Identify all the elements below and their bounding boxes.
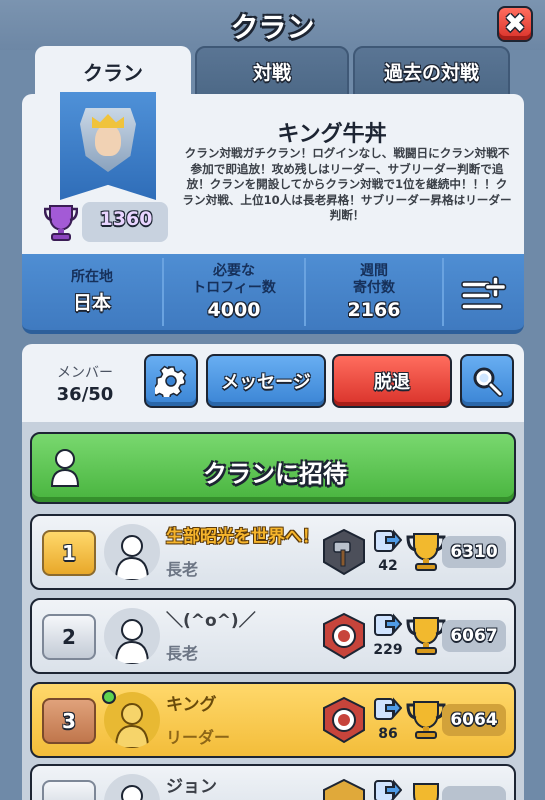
stat-location-value: 日本 <box>72 292 111 314</box>
member-name: 生部昭光を世界へ！ <box>166 527 319 547</box>
search-button[interactable] <box>460 354 514 408</box>
trophy-count-pill: 6067 <box>442 620 506 652</box>
close-button[interactable]: ✖ <box>497 6 533 42</box>
member-row[interactable]: 2 ＼(^o^)／ 長老 229 6067 <box>30 598 516 674</box>
arena-badge-icon <box>323 612 365 660</box>
stat-location-label: 所在地 <box>71 269 113 285</box>
member-rank: 1 <box>42 530 96 576</box>
clan-stats-bar: 所在地 日本 必要な トロフィー数 4000 週間 寄付数 2166 <box>22 254 524 334</box>
avatar <box>104 608 160 664</box>
trophy-icon <box>413 783 439 800</box>
arena-badge-icon <box>323 696 365 744</box>
member-donations: 42 <box>378 558 398 574</box>
tab-bar: クラン 対戦 過去の対戦 <box>35 46 510 96</box>
clan-trophy-value: 1360 <box>99 208 153 230</box>
clan-info-card: 1360 キング牛丼 クラン対戦ガチクラン！ログインなし、戦闘日にクラン対戦不参… <box>22 92 524 254</box>
trophy-count-pill: 6064 <box>442 704 506 736</box>
member-name: キング <box>166 695 217 715</box>
message-button-label: メッセージ <box>221 372 311 393</box>
message-button[interactable]: メッセージ <box>206 354 326 408</box>
member-name: ＼(^o^)／ <box>166 611 256 631</box>
arena-badge-icon <box>323 528 365 576</box>
leave-button-label: 脱退 <box>374 372 410 393</box>
divider <box>442 258 444 326</box>
member-trophies: 6064 <box>450 710 498 730</box>
trophy-icon <box>406 533 446 571</box>
member-name: ジョン <box>166 777 217 797</box>
trophy-icon <box>44 205 78 241</box>
gear-icon <box>155 365 187 397</box>
members-label: メンバー <box>57 365 113 381</box>
trophy-icon <box>406 701 446 739</box>
member-donations: 86 <box>378 726 398 742</box>
trophy-count-pill <box>442 786 506 800</box>
arena-badge-icon <box>323 778 365 800</box>
stat-required-value: 4000 <box>207 299 261 321</box>
member-toolbar: メンバー 36/50 メッセージ 脱退 <box>22 344 524 422</box>
clan-description: クラン対戦ガチクラン！ログインなし、戦闘日にクラン対戦不参加で即追放！攻め残しは… <box>182 146 512 222</box>
member-donations: 229 <box>373 642 403 658</box>
donation-icon <box>374 613 402 636</box>
avatar <box>104 774 160 800</box>
invite-button-label: クランに招待 <box>203 460 347 488</box>
tab-war[interactable]: 対戦 <box>195 46 349 96</box>
close-icon: ✖ <box>504 9 526 39</box>
trophy-icon <box>406 617 446 655</box>
online-status-indicator <box>102 690 116 704</box>
member-rank: 3 <box>42 698 96 744</box>
trophy-count-pill: 6310 <box>442 536 506 568</box>
member-rank <box>42 780 96 800</box>
donation-icon <box>374 779 402 800</box>
member-rank: 2 <box>42 614 96 660</box>
king-face-icon <box>95 124 121 156</box>
sort-add-icon[interactable] <box>460 274 508 314</box>
member-role: 長老 <box>166 644 199 663</box>
stat-location: 所在地 日本 <box>22 254 162 330</box>
member-row[interactable]: 1 生部昭光を世界へ！ 長老 42 6310 <box>30 514 516 590</box>
search-icon <box>473 367 503 397</box>
stat-required-trophies: 必要な トロフィー数 4000 <box>164 254 304 330</box>
donation-icon <box>374 697 402 720</box>
settings-button[interactable] <box>144 354 198 408</box>
donation-icon <box>374 529 402 552</box>
member-role: 長老 <box>166 560 199 579</box>
stat-weekly-value: 2166 <box>347 299 401 321</box>
avatar <box>104 524 160 580</box>
page-title: クラン <box>230 11 315 44</box>
tab-past-wars-label: 過去の対戦 <box>383 61 479 84</box>
member-trophies: 6310 <box>450 542 498 562</box>
member-role: リーダー <box>166 728 231 747</box>
stat-weekly-label: 週間 寄付数 <box>353 263 395 296</box>
tab-clan[interactable]: クラン <box>35 46 191 96</box>
stat-required-label: 必要な トロフィー数 <box>192 263 276 296</box>
tab-past-wars[interactable]: 過去の対戦 <box>353 46 510 96</box>
stat-weekly-donations: 週間 寄付数 2166 <box>306 254 442 330</box>
members-count: 36/50 <box>56 384 114 405</box>
tab-war-label: 対戦 <box>252 61 291 84</box>
member-trophies: 6067 <box>450 626 498 646</box>
header-bar: クラン ✖ <box>0 0 545 50</box>
member-row[interactable]: ジョン <box>30 764 516 800</box>
invite-to-clan-button[interactable]: クランに招待 <box>30 432 516 504</box>
clan-name: キング牛丼 <box>277 122 387 147</box>
member-row-self[interactable]: 3 キング リーダー 86 6064 <box>30 682 516 758</box>
leave-clan-button[interactable]: 脱退 <box>332 354 452 408</box>
